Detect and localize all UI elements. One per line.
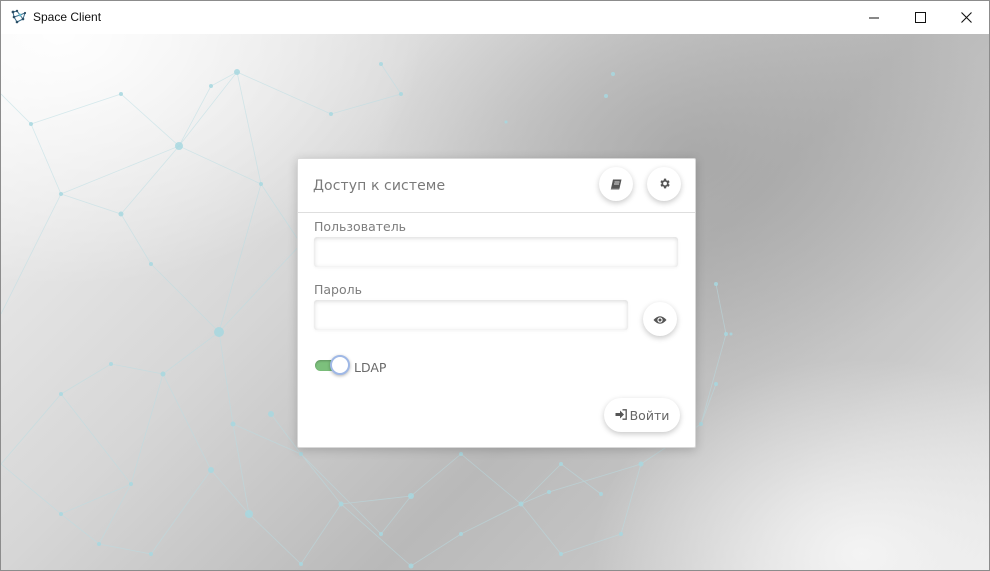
password-field[interactable] [314, 300, 628, 330]
maximize-icon [914, 8, 926, 27]
ldap-label: LDAP [354, 360, 387, 375]
settings-button[interactable] [647, 167, 681, 201]
client-area: Доступ к системе Пользователь Пароль LDA… [1, 34, 989, 570]
dialog-title: Доступ к системе [313, 178, 446, 194]
minimize-button[interactable] [851, 1, 897, 34]
gear-icon [658, 175, 671, 194]
password-label: Пароль [314, 282, 362, 297]
ldap-toggle[interactable] [314, 355, 354, 376]
login-button[interactable]: Войти [604, 398, 680, 432]
username-field[interactable] [314, 237, 678, 267]
space-client-app-icon [11, 9, 27, 25]
login-button-label: Войти [629, 407, 670, 423]
toggle-knob [330, 355, 350, 375]
username-label: Пользователь [314, 219, 407, 234]
show-password-button[interactable] [643, 302, 677, 336]
book-icon [610, 175, 622, 194]
window-title: Space Client [33, 10, 102, 24]
sign-in-icon [615, 408, 627, 423]
help-button[interactable] [599, 167, 633, 201]
app-window: Space Client Доступ к системе Пользовате… [0, 0, 990, 571]
eye-icon [653, 310, 667, 329]
title-bar[interactable]: Space Client [1, 1, 989, 34]
dialog-header: Доступ к системе [298, 159, 695, 213]
login-dialog: Доступ к системе Пользователь Пароль LDA… [297, 158, 696, 448]
minimize-icon [869, 8, 879, 27]
close-icon [960, 8, 972, 27]
maximize-button[interactable] [897, 1, 943, 34]
close-button[interactable] [943, 1, 989, 34]
